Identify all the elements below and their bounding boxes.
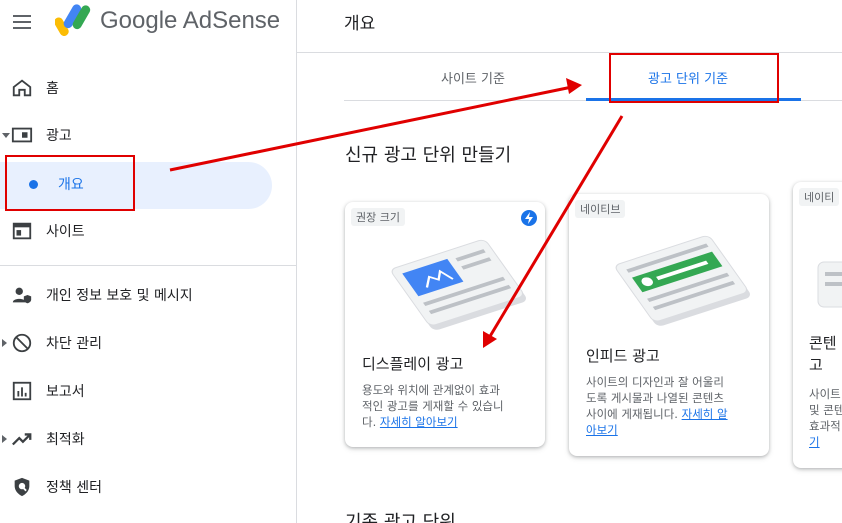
display-ad-card[interactable]: 권장 크기 디스플레이 광고 용도와 위치에 관계없이 효과 적인 광고를 게재… (345, 202, 545, 447)
card-title-line: 콘텐 (809, 334, 837, 352)
logo-text: Google AdSense (100, 7, 281, 34)
block-icon (12, 333, 32, 353)
page-title: 개요 (344, 14, 376, 34)
sidebar-item-label: 차단 관리 (46, 336, 102, 352)
sidebar-item-home[interactable]: 홈 (0, 68, 297, 108)
sidebar-item-blocking[interactable]: 차단 관리 (0, 323, 297, 363)
recommended-size-badge: 권장 크기 (351, 208, 405, 226)
bolt-icon (521, 210, 537, 226)
card-desc-text: 다. (362, 415, 377, 429)
display-ad-illustration-icon (391, 239, 526, 330)
card-desc-line: 사이트의 디자인과 잘 어울리 (586, 375, 724, 389)
card-description: 사이트의 디자인과 잘 어울리 도록 게시물과 나열된 콘텐츠 사이에 게재됩니… (586, 374, 756, 438)
card-desc-line: 적인 광고를 게재할 수 있습니 (362, 398, 532, 414)
in-feed-ad-illustration-icon (615, 235, 750, 326)
sidebar-item-label: 광고 (46, 128, 72, 144)
trending-up-icon (12, 433, 32, 446)
learn-more-link[interactable]: 아보기 (586, 423, 618, 437)
sidebar-divider (0, 265, 297, 266)
learn-more-link[interactable]: 기 (809, 435, 820, 449)
card-title: 디스플레이 광고 (362, 355, 464, 373)
sidebar-item-overview[interactable] (0, 162, 272, 209)
learn-more-link[interactable]: 자세히 알 (682, 407, 728, 421)
sidebar-item-privacy[interactable]: 개인 정보 보호 및 메시지 (0, 275, 297, 315)
card-desc-line: 아보기 (586, 422, 756, 438)
content-ad-card[interactable]: 네이티 콘텐 고 사이트 및 콘텐 효과적 기 (793, 182, 842, 468)
card-desc-line: 사이트 (809, 387, 841, 401)
card-desc-line: 다. 자세히 알아보기 (362, 414, 532, 430)
sites-icon (12, 222, 32, 240)
adsense-logo-icon (55, 4, 91, 36)
native-badge: 네이티브 (575, 200, 626, 218)
active-dot-icon (29, 180, 38, 189)
sidebar-item-policy[interactable]: 정책 센터 (0, 467, 297, 507)
arrow-head-icon (566, 78, 582, 94)
menu-icon[interactable] (13, 12, 33, 30)
card-desc-line: 도록 게시물과 나열된 콘텐츠 (586, 391, 724, 405)
existing-ad-unit-heading: 기존 광고 단위 (345, 512, 456, 523)
topbar-divider (296, 0, 297, 40)
tab-by-ad-unit[interactable]: 광고 단위 기준 (648, 68, 728, 87)
card-title-line: 고 (809, 356, 823, 374)
active-tab-indicator (586, 98, 801, 101)
policy-shield-icon (14, 477, 30, 497)
sidebar-item-reports[interactable]: 보고서 (0, 371, 297, 411)
new-ad-unit-heading: 신규 광고 단위 만들기 (345, 145, 512, 166)
sidebar-item-overview-label: 개요 (58, 177, 84, 193)
sidebar: Google AdSense 홈 광고 개요 사이트 개인 정보 보호 및 메시… (0, 0, 297, 523)
card-desc-line: 및 콘텐 (809, 403, 842, 417)
adsense-page: Google AdSense 홈 광고 개요 사이트 개인 정보 보호 및 메시… (0, 0, 842, 523)
tab-by-site[interactable]: 사이트 기준 (441, 68, 505, 87)
sidebar-item-label: 개인 정보 보호 및 메시지 (46, 288, 193, 304)
native-badge: 네이티 (799, 188, 840, 206)
sidebar-item-label: 보고서 (46, 384, 85, 400)
card-title: 콘텐 고 (809, 332, 837, 376)
content-ad-illustration-icon (817, 261, 842, 308)
card-desc-text: 사이에 게재됩니다. (586, 407, 678, 421)
home-icon (12, 79, 32, 97)
card-desc-line: 효과적 (809, 419, 841, 433)
card-description: 사이트 및 콘텐 효과적 기 (809, 386, 842, 450)
reports-icon (12, 381, 32, 401)
card-desc-line: 기 (809, 434, 842, 450)
header-divider (297, 52, 842, 53)
card-description: 용도와 위치에 관계없이 효과 적인 광고를 게재할 수 있습니 다. 자세히 … (362, 382, 532, 430)
sidebar-item-label: 정책 센터 (46, 480, 102, 496)
card-desc-text: 적인 광고를 게재할 수 있습니 (362, 399, 504, 413)
sidebar-item-ads[interactable]: 광고 (0, 115, 297, 155)
ads-icon (11, 127, 33, 143)
learn-more-link[interactable]: 자세히 알아보기 (380, 415, 458, 429)
sidebar-item-label: 사이트 (46, 224, 85, 240)
card-desc-line: 사이에 게재됩니다. 자세히 알 (586, 406, 756, 422)
sidebar-item-sites[interactable]: 사이트 (0, 211, 297, 251)
sidebar-item-label: 최적화 (46, 432, 85, 448)
sidebar-item-optimization[interactable]: 최적화 (0, 419, 297, 459)
in-feed-ad-card[interactable]: 네이티브 인피드 광고 사이트의 디자인과 잘 어울리 도록 게시물과 나열된 … (569, 194, 769, 456)
card-desc-line: 용도와 위치에 관계없이 효과 (362, 383, 500, 397)
sidebar-item-label: 홈 (46, 81, 59, 97)
sidebar-topbar: Google AdSense (0, 0, 297, 50)
card-title: 인피드 광고 (586, 347, 660, 365)
person-shield-icon (12, 287, 32, 304)
